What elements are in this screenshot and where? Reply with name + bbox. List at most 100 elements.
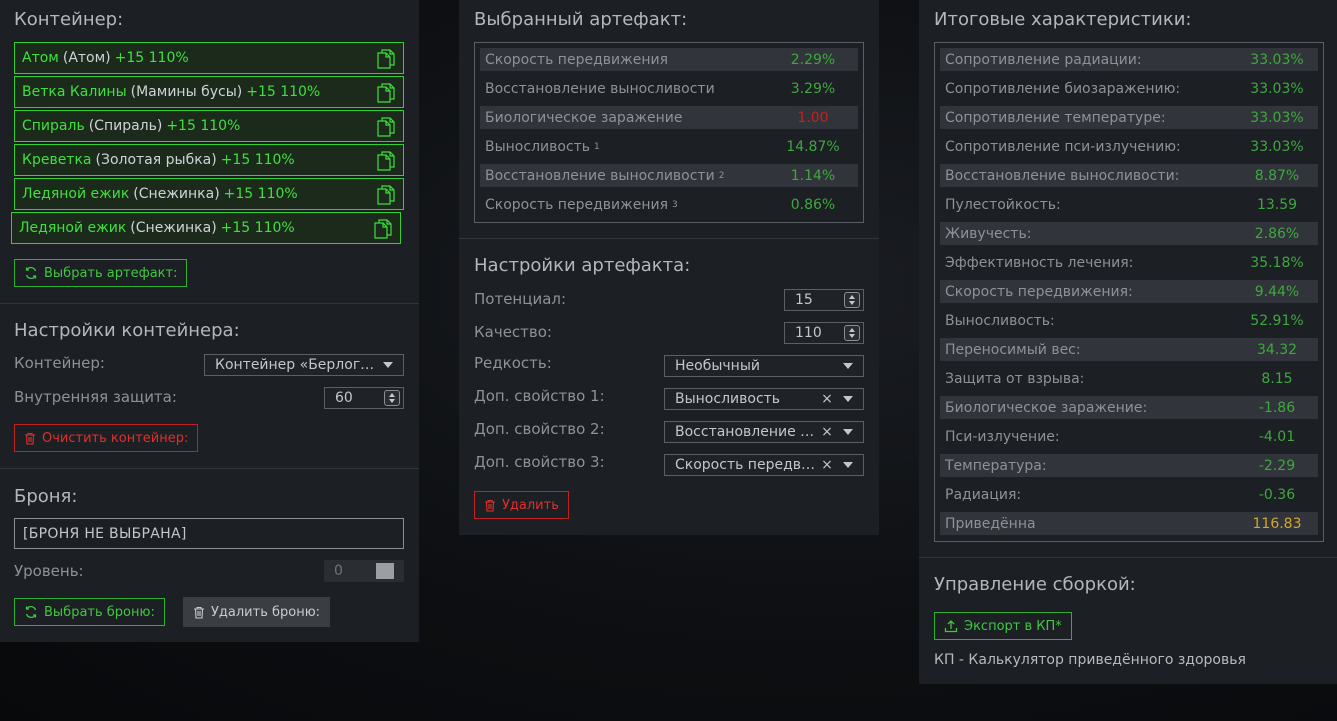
inner-protection-input[interactable]: 60 xyxy=(324,387,404,409)
stat-label: Восстановление выносливости: xyxy=(945,167,1180,184)
prop1-select[interactable]: Выносливость × xyxy=(664,388,864,410)
artifact-name: Ледяной ежик xyxy=(22,186,130,202)
container-item[interactable]: Спираль (Спираль) +15 110% xyxy=(14,110,404,142)
container-item[interactable]: Ветка Калины (Мамины бусы) +15 110% xyxy=(14,76,404,108)
level-label: Уровень: xyxy=(14,562,84,580)
stat-footnote-mark: 3 xyxy=(672,199,678,210)
artifact-bonus: +15 110% xyxy=(114,50,189,66)
total-stat-row: Радиация: -0.36 xyxy=(940,483,1318,506)
total-stat-row: Выносливость: 52.91% xyxy=(940,309,1318,332)
middle-panel: Выбранный артефакт: Скорость передвижени… xyxy=(459,0,879,535)
copy-icon[interactable] xyxy=(377,117,395,137)
stat-label: Защита от взрыва: xyxy=(945,370,1085,387)
stat-label: Скорость передвижения: xyxy=(945,283,1133,300)
prop2-label: Доп. свойство 2: xyxy=(474,420,605,438)
container-item[interactable]: Ледяной ежик (Снежинка) +15 110% xyxy=(11,212,401,244)
stat-footnote-mark: 1 xyxy=(594,141,600,152)
chevron-down-icon xyxy=(843,462,853,468)
quality-input[interactable]: 110 xyxy=(784,322,864,344)
container-item[interactable]: Атом (Атом) +15 110% xyxy=(14,42,404,74)
stat-label: Скорость передвижения xyxy=(485,196,668,213)
stepper-icon[interactable] xyxy=(844,292,860,308)
refresh-icon xyxy=(25,266,37,280)
artifact-type: (Мамины бусы) xyxy=(130,84,243,100)
clear-icon[interactable]: × xyxy=(819,424,835,440)
stat-value: 8.87% xyxy=(1254,167,1300,184)
stat-value: 1.14% xyxy=(790,167,836,184)
total-stat-row: Эффективность лечения: 35.18% xyxy=(940,251,1318,274)
stat-label: Приведённа xyxy=(945,515,1036,532)
container-label: Контейнер: xyxy=(14,354,105,372)
stat-label: Сопротивление биозаражению: xyxy=(945,80,1181,97)
stat-value: 33.03% xyxy=(1250,80,1304,97)
armor-field[interactable]: [БРОНЯ НЕ ВЫБРАНА] xyxy=(14,518,404,549)
total-stat-row: Пси-излучение: -4.01 xyxy=(940,425,1318,448)
artifact-name: Креветка xyxy=(22,152,92,168)
stat-value: 2.86% xyxy=(1254,225,1300,242)
total-stat-row: Переносимый вес: 34.32 xyxy=(940,338,1318,361)
stat-label: Сопротивление температуре: xyxy=(945,109,1166,126)
prop2-select[interactable]: Восстановление в... × xyxy=(664,421,864,443)
artifact-stat-row: Восстановление выносливости 3.29% xyxy=(480,77,858,100)
stat-value: 9.44% xyxy=(1254,283,1300,300)
delete-artifact-button[interactable]: Удалить xyxy=(474,491,569,519)
level-slider-knob[interactable] xyxy=(376,563,394,579)
select-artifact-button[interactable]: Выбрать артефакт: xyxy=(14,259,188,287)
potential-value: 15 xyxy=(795,292,813,308)
total-stat-row: Защита от взрыва: 8.15 xyxy=(940,367,1318,390)
total-stat-row: Сопротивление температуре: 33.03% xyxy=(940,106,1318,129)
copy-icon[interactable] xyxy=(377,151,395,171)
artifact-stat-row: Восстановление выносливости 2 1.14% xyxy=(480,164,858,187)
select-armor-button[interactable]: Выбрать броню: xyxy=(14,598,165,626)
rarity-select[interactable]: Необычный xyxy=(664,355,864,377)
chevron-down-icon xyxy=(383,362,393,368)
artifact-type: (Спираль) xyxy=(88,118,163,134)
stepper-icon[interactable] xyxy=(384,390,400,406)
stat-value: 33.03% xyxy=(1250,51,1304,68)
container-item[interactable]: Креветка (Золотая рыбка) +15 110% xyxy=(14,144,404,176)
copy-icon[interactable] xyxy=(377,83,395,103)
copy-icon[interactable] xyxy=(377,49,395,69)
total-stat-row: Живучесть: 2.86% xyxy=(940,222,1318,245)
stat-label: Биологическое заражение: xyxy=(945,399,1148,416)
stepper-icon[interactable] xyxy=(844,325,860,341)
total-stat-row: Сопротивление пси-излучению: 33.03% xyxy=(940,135,1318,158)
footnote: КП - Калькулятор приведённого здоровья xyxy=(934,652,1246,668)
trash-icon xyxy=(25,432,35,445)
artifact-bonus: +15 110% xyxy=(223,186,298,202)
clear-icon[interactable]: × xyxy=(819,391,835,407)
potential-input[interactable]: 15 xyxy=(784,289,864,311)
total-stat-row: Приведённа 116.83 xyxy=(940,512,1318,535)
delete-artifact-label: Удалить xyxy=(502,497,559,513)
level-input[interactable]: 0 xyxy=(324,560,404,582)
copy-icon[interactable] xyxy=(374,219,392,239)
stat-value: 33.03% xyxy=(1250,109,1304,126)
stat-value: 8.15 xyxy=(1261,370,1293,387)
clear-container-button[interactable]: Очистить контейнер: xyxy=(14,424,199,452)
delete-armor-button[interactable]: Удалить броню: xyxy=(183,597,331,627)
stat-value: 52.91% xyxy=(1250,312,1304,329)
stat-footnote-mark: 2 xyxy=(718,170,725,181)
armor-title: Броня: xyxy=(14,486,78,507)
stat-value: 35.18% xyxy=(1250,254,1304,271)
stat-label: Выносливость: xyxy=(945,312,1055,329)
artifact-stat-row: Биологическое заражение 1.00 xyxy=(480,106,858,129)
trash-icon xyxy=(485,499,495,512)
copy-icon[interactable] xyxy=(377,185,395,205)
quality-label: Качество: xyxy=(474,323,552,341)
export-button[interactable]: Экспорт в КП* xyxy=(934,612,1072,640)
inner-protection-value: 60 xyxy=(335,390,353,406)
stat-value: -2.29 xyxy=(1258,457,1296,474)
chevron-down-icon xyxy=(843,363,853,369)
container-item[interactable]: Ледяной ежик (Снежинка) +15 110% xyxy=(14,178,404,210)
armor-value: [БРОНЯ НЕ ВЫБРАНА] xyxy=(23,525,187,542)
rarity-value: Необычный xyxy=(675,358,760,374)
stat-value: 3.29% xyxy=(790,80,836,97)
total-stat-row: Восстановление выносливости: 8.87% xyxy=(940,164,1318,187)
stat-label: Переносимый вес: xyxy=(945,341,1081,358)
total-stat-row: Сопротивление биозаражению: 33.03% xyxy=(940,77,1318,100)
clear-icon[interactable]: × xyxy=(819,457,835,473)
prop3-select[interactable]: Скорость передви... × xyxy=(664,454,864,476)
stat-label: Пси-излучение: xyxy=(945,428,1060,445)
container-select[interactable]: Контейнер «Берлога... xyxy=(204,354,404,376)
